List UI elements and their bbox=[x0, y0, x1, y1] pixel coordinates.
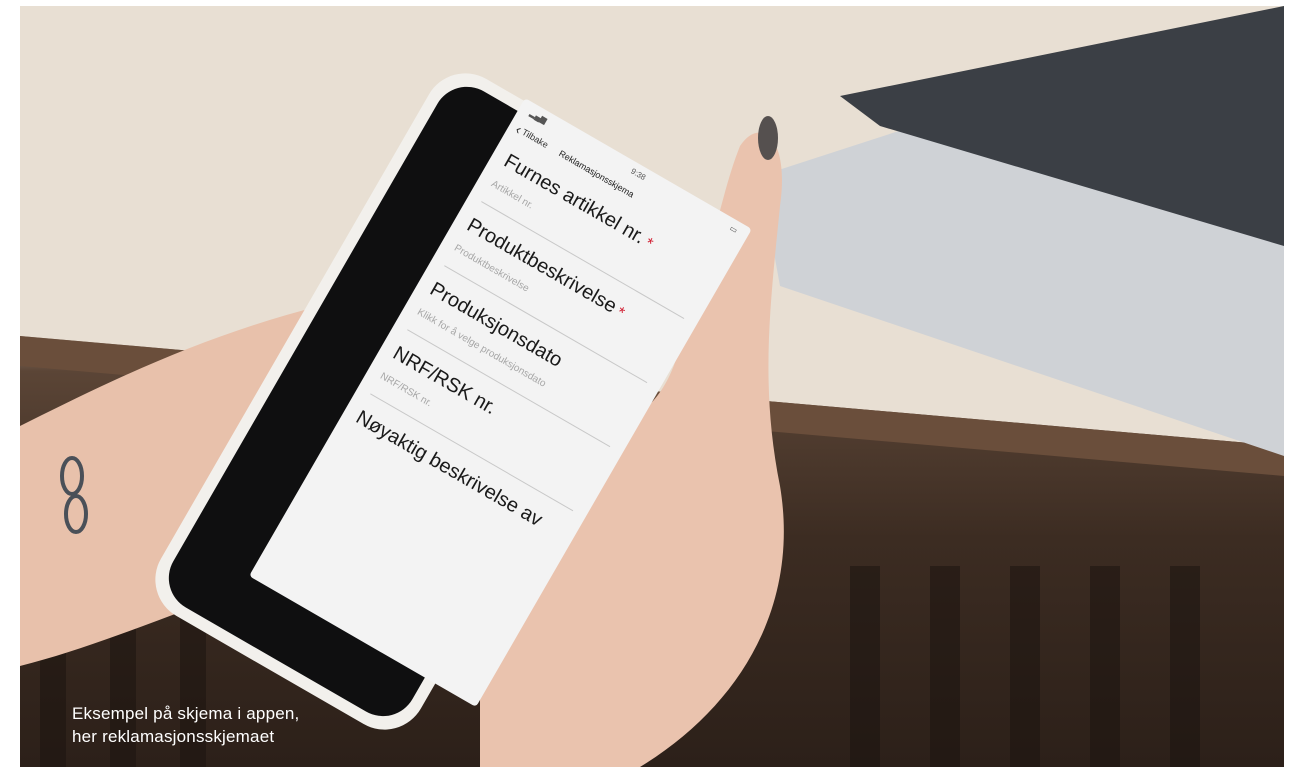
fingernail bbox=[758, 116, 778, 160]
status-time: 9:38 bbox=[629, 166, 648, 182]
caption-line-1: Eksempel på skjema i appen, bbox=[72, 704, 300, 723]
battery-icon: ▭ bbox=[728, 223, 740, 235]
photo-caption: Eksempel på skjema i appen, her reklamas… bbox=[72, 702, 432, 748]
caption-line-2: her reklamasjonsskjemaet bbox=[72, 727, 275, 746]
photo: ▂▄▆ 9:38 ▭ ‹ Tilbake Reklamasjonsskjema … bbox=[20, 6, 1284, 767]
